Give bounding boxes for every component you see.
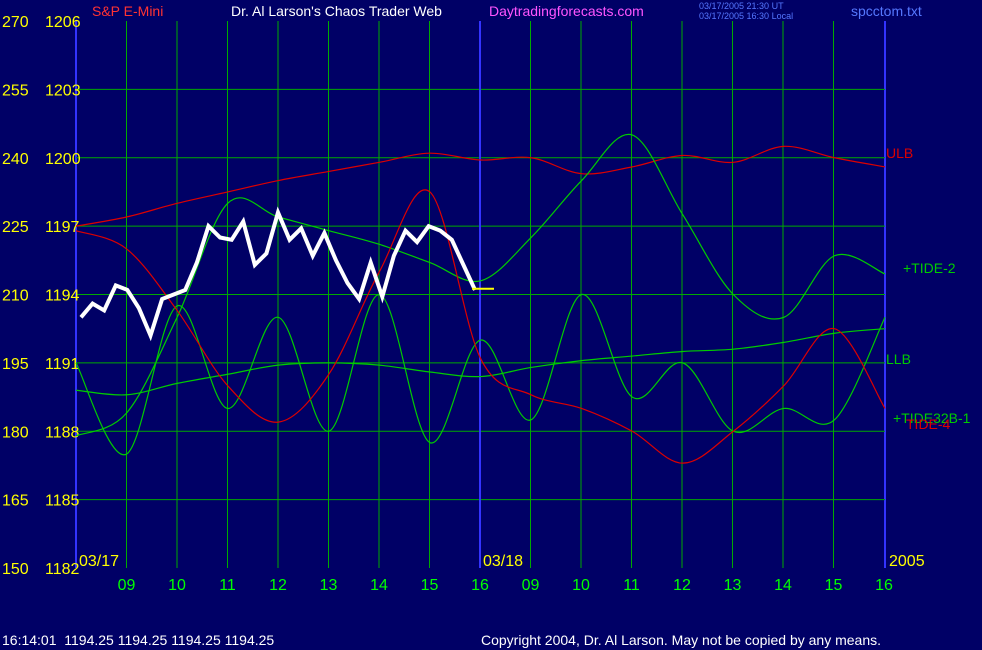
chart-author-title: Dr. Al Larson's Chaos Trader Web	[231, 3, 442, 19]
x-tick-label: 13	[724, 577, 742, 594]
timestamp-local: 03/17/2005 16:30 Local	[699, 11, 794, 21]
series-end-label: ULB	[886, 145, 913, 161]
y-tick-label-left: 270	[2, 14, 29, 31]
y-tick-label-price: 1185	[45, 493, 80, 510]
x-tick-label: 14	[370, 577, 388, 594]
y-tick-label-left: 225	[2, 219, 29, 236]
x-tick-label: 10	[572, 577, 590, 594]
x-tick-label: 15	[421, 577, 439, 594]
y-tick-label-price: 1194	[45, 288, 80, 305]
year-label: 2005	[889, 553, 925, 570]
symbol-title: S&P E-Mini	[92, 3, 164, 19]
x-tick-label: 15	[825, 577, 843, 594]
x-tick-label: 12	[673, 577, 691, 594]
x-tick-label: 16	[471, 577, 489, 594]
y-tick-label-price: 1182	[45, 561, 80, 578]
series-end-label: +TIDE-2	[903, 260, 956, 276]
x-tick-label: 10	[168, 577, 186, 594]
y-tick-label-price: 1206	[45, 14, 81, 31]
series-end-label: LLB	[886, 351, 911, 367]
date-label: 03/18	[483, 553, 523, 570]
y-tick-label-left: 180	[2, 424, 29, 441]
series-end-label: TIDE-4	[906, 416, 951, 432]
y-tick-label-left: 210	[2, 288, 29, 305]
y-tick-label-left: 165	[2, 493, 29, 510]
y-tick-label-price: 1191	[45, 356, 80, 373]
y-tick-label-left: 195	[2, 356, 29, 373]
date-label: 03/17	[79, 553, 119, 570]
website-title: Daytradingforecasts.com	[489, 3, 644, 19]
y-tick-label-price: 1200	[45, 151, 81, 168]
x-tick-label: 14	[774, 577, 792, 594]
y-tick-label-left: 240	[2, 151, 29, 168]
copyright-notice: Copyright 2004, Dr. Al Larson. May not b…	[481, 632, 882, 648]
y-tick-label-price: 1188	[45, 424, 80, 441]
x-tick-label: 12	[269, 577, 287, 594]
x-tick-label: 09	[118, 577, 136, 594]
y-tick-label-price: 1197	[45, 219, 80, 236]
data-file-name: spcctom.txt	[851, 3, 922, 19]
y-tick-label-price: 1203	[45, 82, 81, 99]
last-quote: 16:14:01 1194.25 1194.25 1194.25 1194.25	[2, 632, 275, 648]
x-tick-label: 09	[522, 577, 540, 594]
x-tick-label: 11	[219, 577, 236, 594]
x-tick-label: 11	[623, 577, 640, 594]
y-tick-label-left: 150	[2, 561, 29, 578]
x-tick-label: 13	[320, 577, 338, 594]
y-tick-label-left: 255	[2, 82, 29, 99]
chart-canvas: 150 1182 165 1185 180 1188 195 1191 210 1194 225 11…	[2, 14, 971, 594]
timestamp-ut: 03/17/2005 21:30 UT	[699, 1, 784, 11]
x-tick-label: 16	[875, 577, 893, 594]
